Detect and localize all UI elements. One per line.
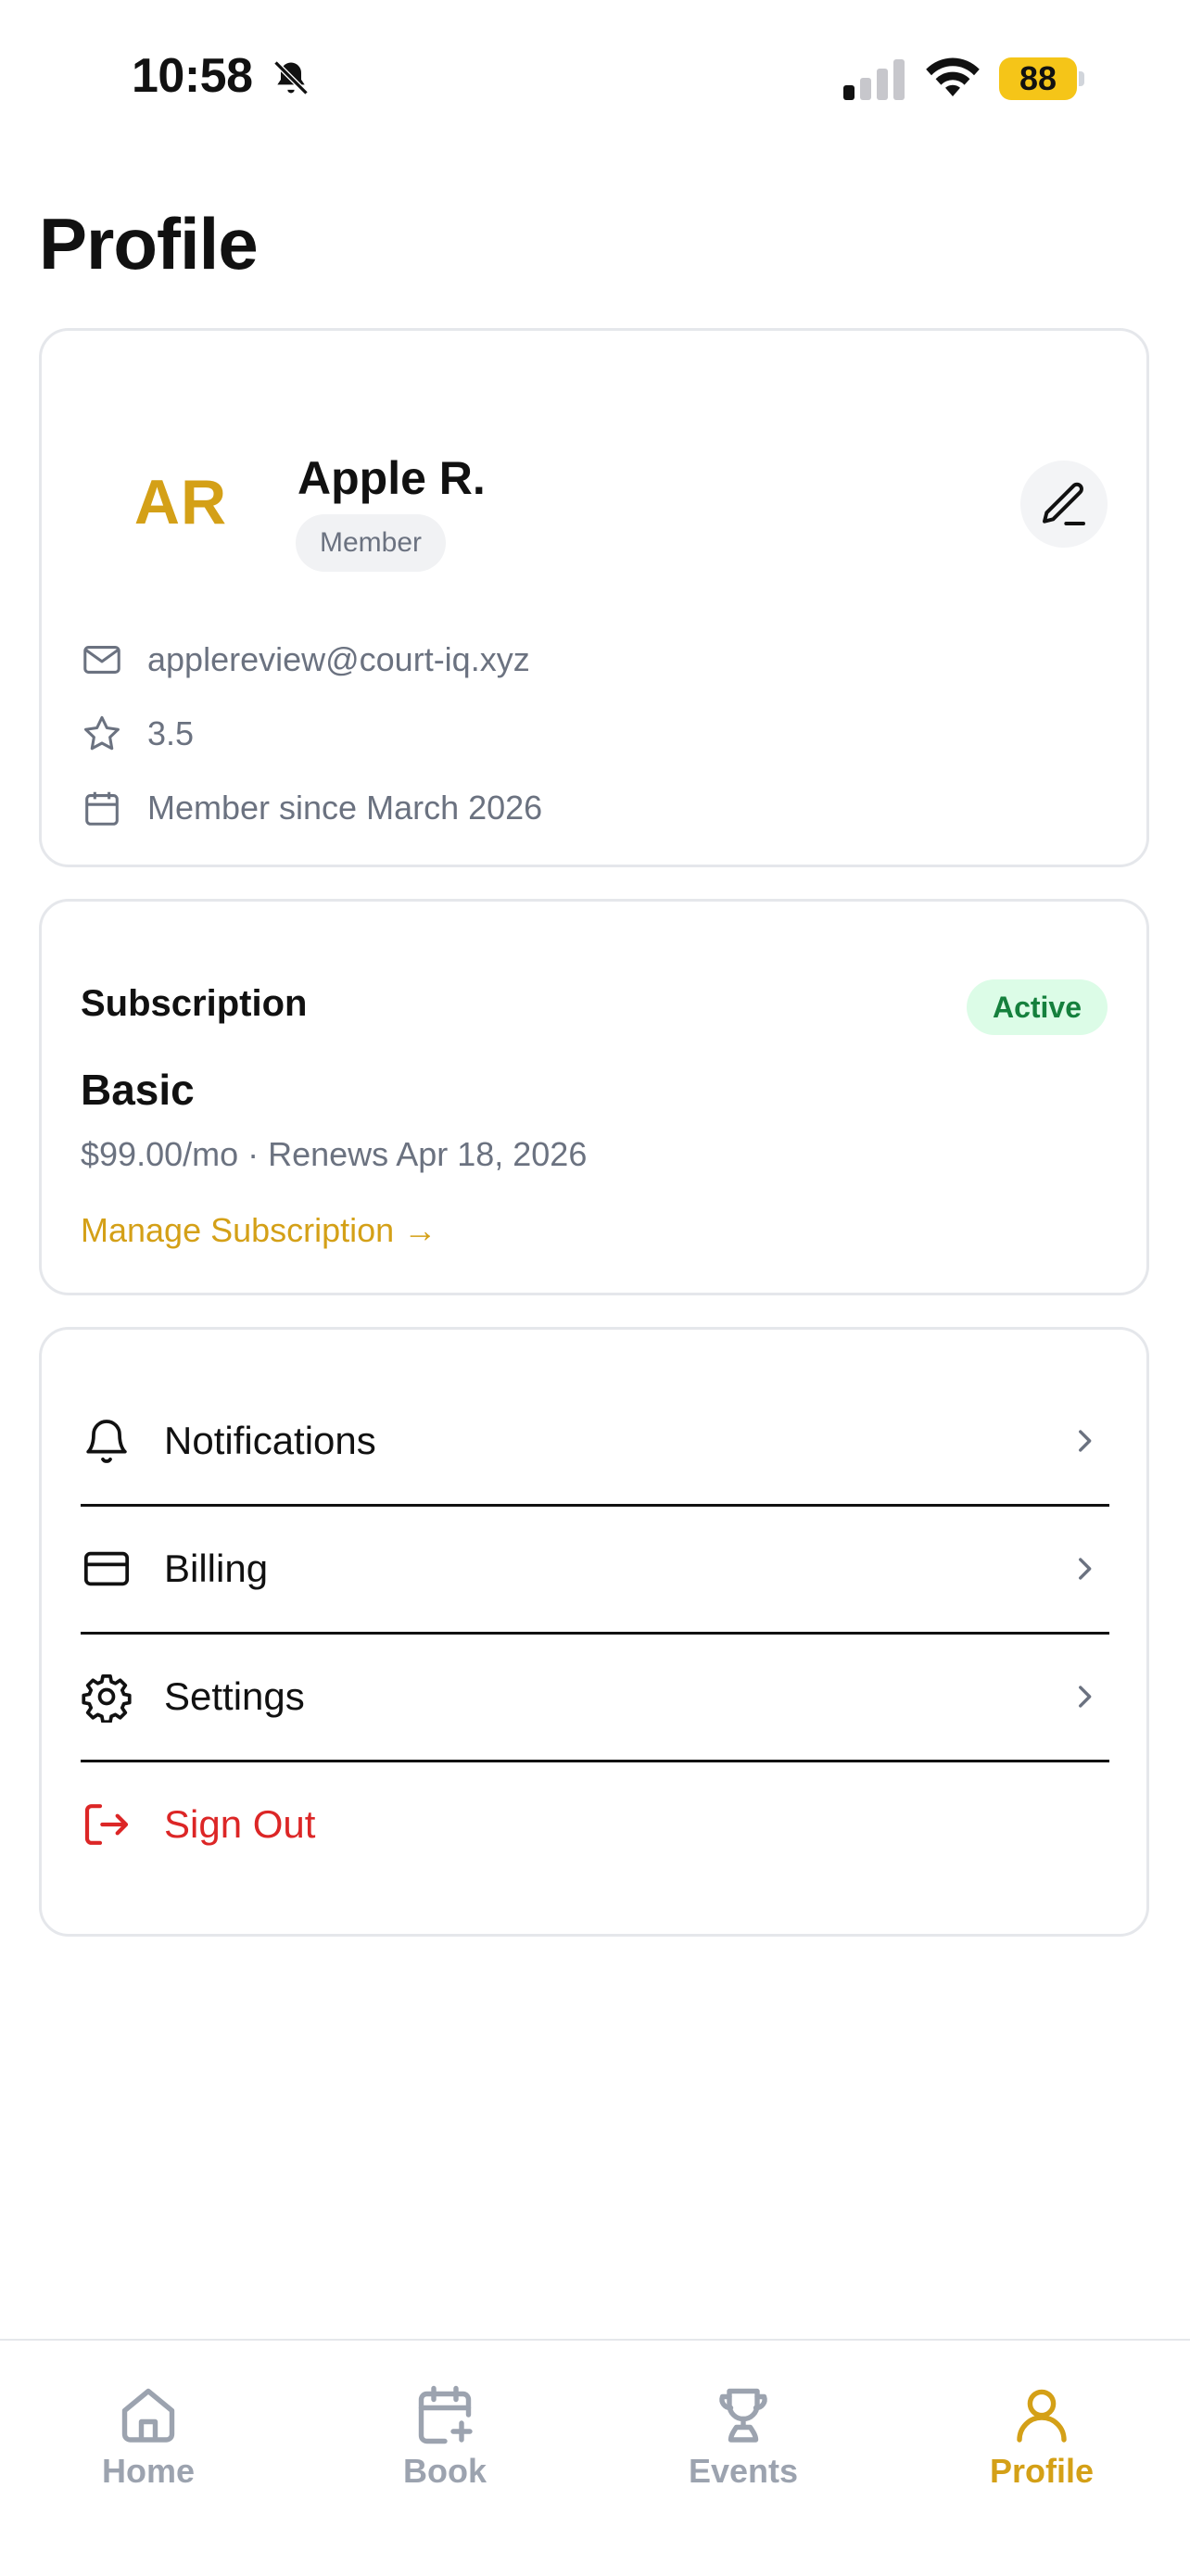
battery-nub xyxy=(1079,71,1084,86)
credit-card-icon xyxy=(83,1551,130,1586)
manage-subscription-link[interactable]: Manage Subscription → xyxy=(81,1211,437,1250)
tab-label: Events xyxy=(688,2452,799,2490)
menu-item-notifications[interactable]: Notifications xyxy=(81,1378,1109,1504)
plan-name: Basic xyxy=(81,1066,195,1114)
settings-menu-card: Notifications Billing Settings Sign Out xyxy=(39,1327,1149,1937)
member-since-row: Member since March 2026 xyxy=(81,785,542,831)
status-bar: 10:58 88 xyxy=(0,0,1190,158)
subscription-heading: Subscription xyxy=(81,983,308,1024)
silent-mode-icon xyxy=(273,60,309,95)
cellular-signal-icon xyxy=(843,59,905,100)
user-icon xyxy=(1017,2389,1067,2443)
tab-book[interactable]: Book xyxy=(352,2381,538,2491)
tab-label: Profile xyxy=(989,2452,1095,2490)
menu-item-label: Billing xyxy=(164,1547,269,1590)
chevron-right-icon xyxy=(1079,1430,1092,1452)
chevron-right-icon xyxy=(1079,1558,1092,1580)
avatar: AR xyxy=(133,467,228,537)
battery-level: 88 xyxy=(999,57,1077,100)
rating-text: 3.5 xyxy=(147,714,195,752)
tab-label: Home xyxy=(101,2452,196,2490)
profile-card: AR Apple R. Member applereview@court-iq.… xyxy=(39,328,1149,867)
battery-indicator: 88 xyxy=(999,57,1084,100)
tab-label: Book xyxy=(403,2452,487,2490)
mail-icon xyxy=(83,646,120,674)
menu-item-label: Notifications xyxy=(164,1419,376,1462)
status-time: 10:58 xyxy=(132,49,253,103)
menu-item-label: Sign Out xyxy=(164,1802,316,1846)
home-icon xyxy=(121,2388,175,2443)
calendar-plus-icon xyxy=(418,2385,473,2444)
bell-icon xyxy=(86,1420,127,1463)
email-text: applereview@court-iq.xyz xyxy=(147,640,530,678)
calendar-icon xyxy=(85,791,119,826)
email-row: applereview@court-iq.xyz xyxy=(81,637,530,683)
gear-icon xyxy=(82,1673,132,1723)
role-badge: Member xyxy=(296,514,447,572)
plan-price-renewal: $99.00/mo · Renews Apr 18, 2026 xyxy=(81,1135,588,1173)
menu-item-label: Settings xyxy=(164,1674,305,1718)
tab-profile[interactable]: Profile xyxy=(949,2381,1134,2491)
chevron-right-icon xyxy=(1079,1686,1092,1708)
member-since-text: Member since March 2026 xyxy=(147,789,543,827)
menu-item-settings[interactable]: Settings xyxy=(81,1634,1109,1760)
log-out-icon xyxy=(84,1804,129,1845)
star-icon xyxy=(84,715,120,751)
wifi-icon xyxy=(926,57,980,96)
pencil-icon xyxy=(1043,482,1085,525)
status-badge: Active xyxy=(966,979,1108,1035)
sign-out-button[interactable]: Sign Out xyxy=(81,1762,1109,1888)
menu-item-billing[interactable]: Billing xyxy=(81,1506,1109,1632)
tab-events[interactable]: Events xyxy=(651,2381,836,2491)
page-title: Profile xyxy=(39,203,259,284)
tab-bar: Home Book Events Profile xyxy=(0,2339,1190,2576)
edit-profile-button[interactable] xyxy=(1020,461,1108,548)
rating-row: 3.5 xyxy=(81,711,194,757)
tab-home[interactable]: Home xyxy=(56,2381,241,2491)
user-name: Apple R. xyxy=(298,452,486,504)
trophy-icon xyxy=(719,2388,767,2443)
subscription-card: Subscription Active Basic $99.00/mo · Re… xyxy=(39,899,1149,1295)
